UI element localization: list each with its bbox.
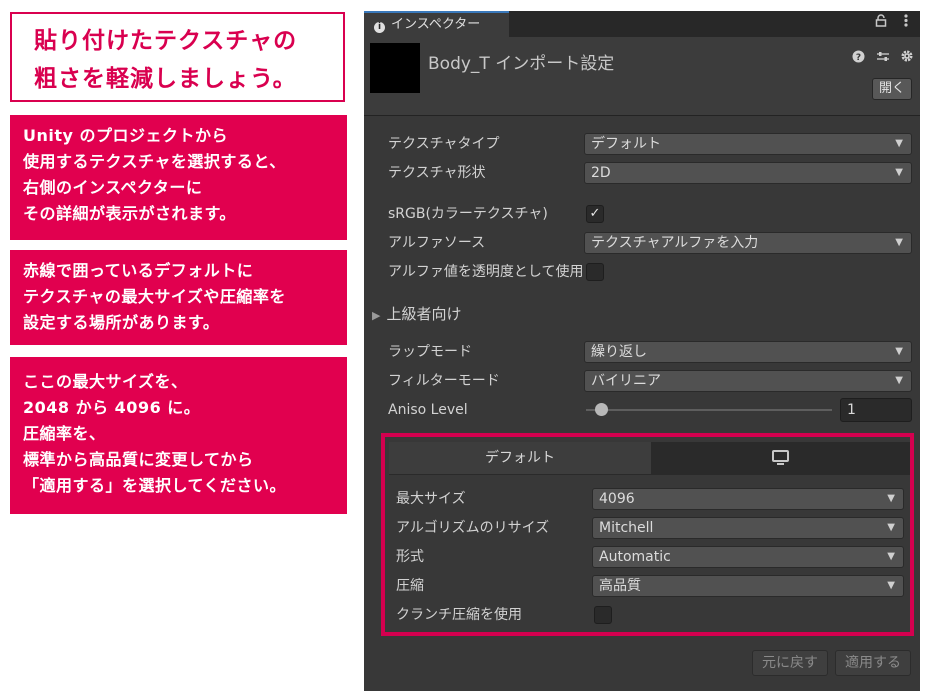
alpha-source-value: テクスチャアルファを入力 bbox=[591, 235, 759, 251]
monitor-icon bbox=[772, 450, 789, 462]
format-value: Automatic bbox=[599, 549, 671, 565]
texture-shape-dropdown[interactable]: 2D ▼ bbox=[584, 162, 912, 184]
platform-settings-highlight: デフォルト 最大サイズ 4096 ▼ アルゴリズムのリサイズ Mitchell … bbox=[381, 433, 914, 636]
note-line: 圧縮率を、 bbox=[23, 424, 106, 443]
filter-mode-value: バイリニア bbox=[591, 373, 661, 389]
chevron-down-icon: ▼ bbox=[887, 493, 895, 504]
max-size-dropdown[interactable]: 4096 ▼ bbox=[592, 488, 904, 510]
texture-thumbnail bbox=[370, 43, 420, 93]
aniso-level-slider-track[interactable] bbox=[586, 409, 832, 411]
aniso-level-input[interactable]: 1 bbox=[840, 398, 912, 422]
header-divider bbox=[364, 115, 920, 116]
instruction-note-select-texture: Unity のプロジェクトから 使用するテクスチャを選択すると、 右側のインスペ… bbox=[10, 115, 347, 240]
note-line: Unity のプロジェクトから bbox=[23, 126, 229, 145]
help-icon[interactable]: ? bbox=[852, 50, 869, 67]
crunch-compression-label: クランチ圧縮を使用 bbox=[396, 607, 522, 623]
filter-mode-label: フィルターモード bbox=[388, 373, 500, 389]
chevron-down-icon: ▼ bbox=[887, 522, 895, 533]
platform-tab-divider bbox=[389, 474, 910, 475]
note-line: 2048 から 4096 に。 bbox=[23, 398, 201, 417]
chevron-down-icon: ▼ bbox=[895, 375, 903, 386]
alpha-is-transparency-label: アルファ値を透明度として使用 bbox=[388, 264, 582, 280]
compression-value: 高品質 bbox=[599, 578, 641, 594]
texture-type-label: テクスチャタイプ bbox=[388, 136, 500, 152]
tab-inspector[interactable]: i インスペクター bbox=[364, 11, 509, 37]
inspector-window: i インスペクター Body_T インポート設定 ? 開く テクスチャタイプ デ… bbox=[364, 11, 920, 691]
chevron-down-icon: ▼ bbox=[887, 551, 895, 562]
note-line: 「適用する」を選択してください。 bbox=[23, 476, 287, 495]
preset-sliders-icon[interactable] bbox=[876, 51, 894, 67]
instruction-note-change-settings: ここの最大サイズを、 2048 から 4096 に。 圧縮率を、 標準から高品質… bbox=[10, 357, 347, 514]
resize-algorithm-label: アルゴリズムのリサイズ bbox=[396, 520, 550, 536]
wrap-mode-dropdown[interactable]: 繰り返し ▼ bbox=[584, 341, 912, 363]
revert-button[interactable]: 元に戻す bbox=[752, 650, 828, 676]
srgb-label: sRGB(カラーテクスチャ) bbox=[388, 206, 548, 222]
svg-text:?: ? bbox=[856, 53, 861, 63]
chevron-down-icon: ▼ bbox=[895, 138, 903, 149]
note-line: その詳細が表示がされます。 bbox=[23, 204, 236, 223]
tutorial-title-line-1: 貼り付けたテクスチャの bbox=[34, 28, 298, 54]
note-line: 使用するテクスチャを選択すると、 bbox=[23, 152, 286, 171]
note-line: 赤線で囲っているデフォルトに bbox=[23, 261, 254, 280]
format-label: 形式 bbox=[396, 549, 424, 565]
srgb-checkbox[interactable]: ✓ bbox=[586, 205, 604, 223]
advanced-foldout[interactable]: ▶ 上級者向け bbox=[372, 303, 461, 324]
compression-dropdown[interactable]: 高品質 ▼ bbox=[592, 575, 904, 597]
check-icon: ✓ bbox=[589, 206, 601, 221]
note-line: テクスチャの最大サイズや圧縮率を bbox=[23, 287, 286, 306]
texture-shape-label: テクスチャ形状 bbox=[388, 165, 486, 181]
filter-mode-dropdown[interactable]: バイリニア ▼ bbox=[584, 370, 912, 392]
texture-shape-value: 2D bbox=[591, 165, 611, 181]
note-line: ここの最大サイズを、 bbox=[23, 372, 188, 391]
chevron-down-icon: ▼ bbox=[895, 237, 903, 248]
note-line: 右側のインスペクターに bbox=[23, 178, 203, 197]
advanced-label: 上級者向け bbox=[386, 305, 462, 323]
alpha-is-transparency-checkbox[interactable] bbox=[586, 263, 604, 281]
tutorial-title-line-2: 粗さを軽減しましょう。 bbox=[34, 66, 297, 92]
format-dropdown[interactable]: Automatic ▼ bbox=[592, 546, 904, 568]
resize-algorithm-value: Mitchell bbox=[599, 520, 654, 536]
caret-right-icon: ▶ bbox=[372, 309, 381, 322]
chevron-down-icon: ▼ bbox=[895, 346, 903, 357]
aniso-level-slider-knob[interactable] bbox=[594, 403, 608, 416]
texture-type-value: デフォルト bbox=[591, 136, 661, 152]
max-size-value: 4096 bbox=[599, 491, 635, 507]
monitor-stand bbox=[777, 463, 784, 465]
wrap-mode-value: 繰り返し bbox=[591, 344, 647, 360]
alpha-source-label: アルファソース bbox=[388, 235, 486, 251]
instruction-note-default-section: 赤線で囲っているデフォルトに テクスチャの最大サイズや圧縮率を 設定する場所があ… bbox=[10, 250, 347, 345]
kebab-menu-icon[interactable] bbox=[904, 13, 908, 31]
tutorial-title-box: 貼り付けたテクスチャの 粗さを軽減しましょう。 bbox=[10, 12, 345, 102]
max-size-label: 最大サイズ bbox=[396, 491, 466, 507]
tab-bar-icons bbox=[863, 13, 908, 31]
chevron-down-icon: ▼ bbox=[887, 580, 895, 591]
note-line: 設定する場所があります。 bbox=[23, 313, 220, 332]
tab-default-platform[interactable]: デフォルト bbox=[389, 442, 651, 474]
texture-type-dropdown[interactable]: デフォルト ▼ bbox=[584, 133, 912, 155]
asset-title: Body_T インポート設定 bbox=[428, 54, 615, 74]
wrap-mode-label: ラップモード bbox=[388, 344, 472, 360]
crunch-compression-checkbox[interactable] bbox=[594, 606, 612, 624]
gear-icon[interactable] bbox=[900, 50, 914, 67]
tab-inspector-label: インスペクター bbox=[391, 17, 481, 32]
chevron-down-icon: ▼ bbox=[895, 167, 903, 178]
apply-button[interactable]: 適用する bbox=[835, 650, 911, 676]
note-line: 標準から高品質に変更してから bbox=[23, 450, 254, 469]
aniso-level-label: Aniso Level bbox=[388, 402, 468, 418]
tab-standalone-platform[interactable] bbox=[651, 442, 910, 474]
inspector-header: Body_T インポート設定 ? 開く bbox=[364, 37, 920, 115]
inspector-tab-bar: i インスペクター bbox=[364, 11, 920, 37]
alpha-source-dropdown[interactable]: テクスチャアルファを入力 ▼ bbox=[584, 232, 912, 254]
resize-algorithm-dropdown[interactable]: Mitchell ▼ bbox=[592, 517, 904, 539]
info-icon: i bbox=[374, 22, 385, 33]
open-button[interactable]: 開く bbox=[872, 78, 912, 100]
header-icons: ? bbox=[846, 49, 914, 67]
compression-label: 圧縮 bbox=[396, 578, 424, 594]
lock-icon[interactable] bbox=[875, 13, 892, 31]
